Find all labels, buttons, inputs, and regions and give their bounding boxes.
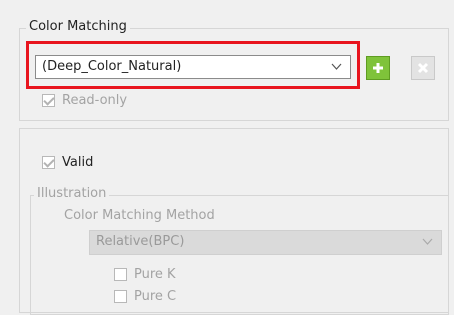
illustration-legend: Illustration	[34, 186, 110, 201]
method-selected-value: Relative(BPC)	[96, 234, 185, 249]
profile-highlight-frame	[26, 41, 360, 89]
color-matching-method-dropdown[interactable]: Relative(BPC)	[89, 230, 442, 255]
pure-c-checkbox[interactable]: Pure C	[114, 289, 176, 304]
chevron-down-icon	[422, 232, 433, 254]
color-matching-legend: Color Matching	[26, 19, 130, 34]
pure-k-checkbox[interactable]: Pure K	[114, 267, 176, 282]
pure-c-label: Pure C	[134, 289, 177, 304]
read-only-checkbox[interactable]: Read-only	[42, 93, 127, 108]
pure-k-label: Pure K	[134, 267, 176, 282]
valid-checkbox[interactable]: Valid	[42, 155, 93, 170]
pure-c-check-box[interactable]	[114, 290, 127, 303]
add-profile-button[interactable]	[366, 56, 390, 80]
valid-check-box[interactable]	[42, 156, 55, 169]
plus-icon	[373, 63, 383, 73]
x-icon	[417, 62, 429, 74]
read-only-check-box[interactable]	[42, 94, 55, 107]
remove-profile-button[interactable]	[411, 56, 435, 80]
pure-k-check-box[interactable]	[114, 268, 127, 281]
color-matching-method-label: Color Matching Method	[64, 208, 215, 223]
valid-label: Valid	[62, 155, 94, 170]
read-only-label: Read-only	[62, 93, 128, 108]
